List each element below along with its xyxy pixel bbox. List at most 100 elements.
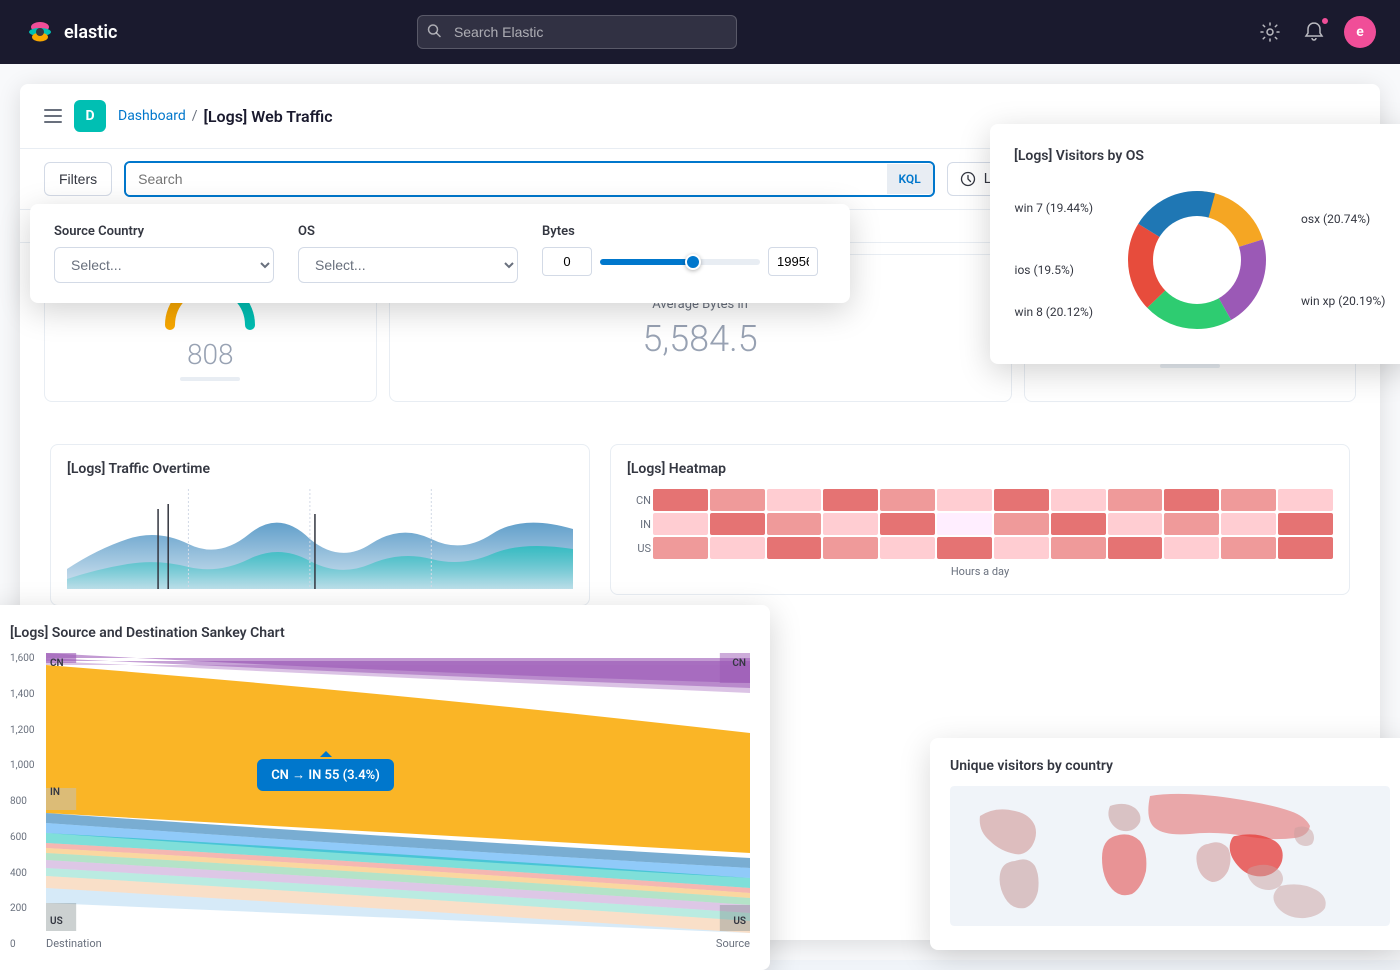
heatmap-cell	[880, 537, 935, 559]
y-label-800: 800	[10, 796, 42, 807]
source-country-filter: Source Country Select...	[54, 224, 274, 283]
global-search-bar[interactable]	[417, 15, 737, 49]
bytes-range	[542, 247, 818, 276]
heatmap-cell	[653, 537, 708, 559]
filter-fields: Source Country Select... OS Select... By…	[54, 224, 826, 283]
heatmap-cell	[1164, 513, 1219, 535]
heatmap-row-in: IN	[627, 513, 1333, 535]
sankey-chart-card: [Logs] Source and Destination Sankey Cha…	[0, 605, 770, 970]
donut-labels-right: osx (20.74%) win xp (20.19%)	[1301, 212, 1385, 308]
heatmap-card: [Logs] Heatmap CN	[610, 444, 1350, 595]
elastic-logo[interactable]: elastic	[24, 16, 117, 48]
gauge-1-value: 808	[187, 338, 234, 371]
sankey-y-axis: 0 200 400 600 800 1,000 1,200 1,400 1,60…	[10, 653, 42, 950]
avg-bytes-value: 5,584.5	[642, 318, 757, 360]
sankey-label-cn-left: CN	[50, 658, 64, 669]
y-label-200: 200	[10, 903, 42, 914]
heatmap-cell	[767, 489, 822, 511]
heatmap-cell	[767, 537, 822, 559]
y-label-1200: 1,200	[10, 725, 42, 736]
sankey-svg-container: CN IN US CN US CN → IN 55 (3.4%)	[46, 653, 750, 933]
sankey-x-axis: Destination Source	[46, 937, 750, 950]
heatmap-cell	[1164, 537, 1219, 559]
filter-overlay-panel: Source Country Select... OS Select... By…	[30, 204, 850, 303]
bytes-label: Bytes	[542, 224, 818, 239]
source-country-select[interactable]: Select...	[54, 247, 274, 283]
os-select[interactable]: Select...	[298, 247, 518, 283]
source-country-label: Source Country	[54, 224, 274, 239]
sankey-chart-wrapper: 0 200 400 600 800 1,000 1,200 1,400 1,60…	[10, 653, 750, 950]
main-content: D Dashboard / [Logs] Web Traffic Filters…	[0, 64, 1400, 960]
user-avatar[interactable]: e	[1344, 16, 1376, 48]
bytes-min-input[interactable]	[542, 247, 592, 276]
notifications-icon[interactable]	[1300, 18, 1328, 46]
heatmap-cell	[937, 489, 992, 511]
heatmap-title: [Logs] Heatmap	[627, 461, 1333, 477]
heatmap-cell	[1164, 489, 1219, 511]
sankey-label-cn-right: CN	[732, 658, 746, 669]
donut-container: win 7 (19.44%) ios (19.5%) win 8 (20.12%…	[1014, 180, 1386, 340]
heatmap-cell	[1278, 537, 1333, 559]
heatmap-label-cn: CN	[627, 494, 651, 507]
heatmap-cell	[710, 513, 765, 535]
topbar-actions: e	[1256, 16, 1376, 48]
dashboard-badge-icon: D	[74, 100, 106, 132]
heatmap-cell	[1051, 537, 1106, 559]
kql-badge[interactable]: KQL	[887, 164, 933, 194]
heatmap-cell	[653, 513, 708, 535]
sankey-x-label-destination: Destination	[46, 937, 102, 950]
os-filter: OS Select...	[298, 224, 518, 283]
donut-label-osx: osx (20.74%)	[1301, 212, 1385, 226]
heatmap-cell	[1051, 513, 1106, 535]
settings-icon[interactable]	[1256, 18, 1284, 46]
breadcrumb-parent[interactable]: Dashboard	[118, 108, 186, 124]
bytes-max-input[interactable]	[768, 247, 818, 276]
breadcrumb-separator: /	[192, 108, 198, 124]
heatmap-cell	[1051, 489, 1106, 511]
heatmap-cell	[937, 537, 992, 559]
heatmap-cell	[823, 537, 878, 559]
worldmap-card: Unique visitors by country	[930, 738, 1400, 950]
heatmap-cell	[1221, 489, 1276, 511]
sankey-x-label-source: Source	[716, 937, 750, 950]
search-icon	[427, 23, 441, 42]
breadcrumb-current: [Logs] Web Traffic	[204, 107, 333, 126]
heatmap-footer: Hours a day	[627, 565, 1333, 578]
heatmap-row-us: US	[627, 537, 1333, 559]
worldmap-svg	[950, 786, 1390, 926]
heatmap-cell	[880, 489, 935, 511]
menu-icon[interactable]	[44, 109, 62, 123]
bytes-range-slider[interactable]	[600, 259, 760, 265]
donut-label-ios: ios (19.5%)	[1015, 263, 1093, 277]
traffic-area-chart	[67, 489, 573, 589]
donut-labels-left: win 7 (19.44%) ios (19.5%) win 8 (20.12%…	[1015, 201, 1093, 319]
y-label-1000: 1,000	[10, 760, 42, 771]
os-label: OS	[298, 224, 518, 239]
topbar: elastic e	[0, 0, 1400, 64]
sankey-tooltip: CN → IN 55 (3.4%)	[257, 759, 394, 791]
gauge-1-bar	[180, 377, 240, 381]
range-thumb[interactable]	[685, 254, 701, 270]
heatmap-cell	[710, 537, 765, 559]
clock-icon	[960, 171, 976, 187]
heatmap-cell	[1278, 513, 1333, 535]
percent-bar	[1160, 364, 1220, 368]
heatmap-cell	[880, 513, 935, 535]
sankey-label-us-left: US	[50, 916, 63, 927]
traffic-card-title: [Logs] Traffic Overtime	[67, 461, 573, 477]
sankey-label-us-right: US	[733, 916, 746, 927]
donut-label-winxp: win xp (20.19%)	[1301, 294, 1385, 308]
y-label-0: 0	[10, 939, 42, 950]
sankey-label-in-left: IN	[50, 787, 60, 798]
notification-badge	[1320, 16, 1330, 26]
visitors-os-title: [Logs] Visitors by OS	[1014, 148, 1386, 164]
y-label-400: 400	[10, 868, 42, 879]
filters-button[interactable]: Filters	[44, 162, 112, 196]
heatmap-cell	[1278, 489, 1333, 511]
y-label-1400: 1,400	[10, 689, 42, 700]
search-input[interactable]	[417, 15, 737, 49]
kql-search-input[interactable]	[126, 163, 886, 195]
sankey-svg	[46, 653, 750, 933]
heatmap-label-us: US	[627, 542, 651, 555]
donut-label-win7: win 7 (19.44%)	[1015, 201, 1093, 215]
